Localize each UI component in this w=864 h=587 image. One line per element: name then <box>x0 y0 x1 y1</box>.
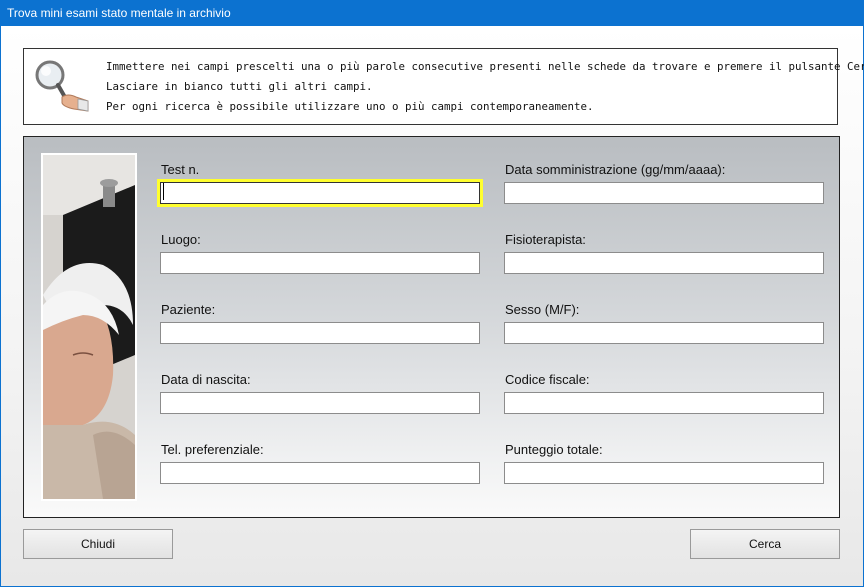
tax-code-input[interactable] <box>504 392 824 414</box>
elderly-woman-photo <box>41 153 137 501</box>
text-caret <box>163 183 164 200</box>
label-patient: Paziente: <box>161 302 216 317</box>
close-button[interactable]: Chiudi <box>23 529 173 559</box>
place-input[interactable] <box>160 252 480 274</box>
instruction-line: Lasciare in bianco tutti gli altri campi… <box>106 80 373 93</box>
label-total-score: Punteggio totale: <box>505 442 603 457</box>
instruction-line: Per ogni ricerca è possibile utilizzare … <box>106 100 594 113</box>
label-administration-date: Data somministrazione (gg/mm/aaaa): <box>505 162 726 177</box>
window-titlebar[interactable]: Trova mini esami stato mentale in archiv… <box>0 0 864 26</box>
instructions-box: Immettere nei campi prescelti una o più … <box>23 48 864 125</box>
search-button[interactable]: Cerca <box>690 529 840 559</box>
dialog-client: Immettere nei campi prescelti una o più … <box>1 26 864 586</box>
patient-input[interactable] <box>160 322 480 344</box>
search-form-panel: Test n. Luogo: Paziente: Data di nascita… <box>23 136 840 518</box>
instruction-line: Immettere nei campi prescelti una o più … <box>106 60 864 73</box>
label-place: Luogo: <box>161 232 201 247</box>
photo-illustration <box>43 155 135 499</box>
physiotherapist-input[interactable] <box>504 252 824 274</box>
label-test-number: Test n. <box>161 162 200 177</box>
label-physiotherapist: Fisioterapista: <box>505 232 586 247</box>
magnifier-hand-icon <box>35 60 89 112</box>
total-score-input[interactable] <box>504 462 824 484</box>
label-birth-date: Data di nascita: <box>161 372 251 387</box>
birth-date-input[interactable] <box>160 392 480 414</box>
instructions-text: Immettere nei campi prescelti una o più … <box>106 57 864 117</box>
label-tax-code: Codice fiscale: <box>505 372 590 387</box>
test-number-input[interactable] <box>160 182 480 204</box>
administration-date-input[interactable] <box>504 182 824 204</box>
sex-input[interactable] <box>504 322 824 344</box>
label-sex: Sesso (M/F): <box>505 302 580 317</box>
preferred-phone-input[interactable] <box>160 462 480 484</box>
label-preferred-phone: Tel. preferenziale: <box>161 442 264 457</box>
window-title: Trova mini esami stato mentale in archiv… <box>7 6 231 20</box>
